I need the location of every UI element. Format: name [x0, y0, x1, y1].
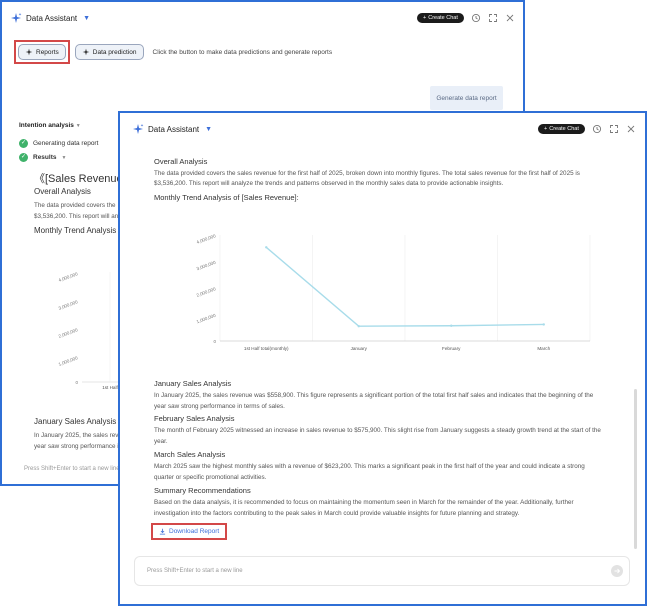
close-icon[interactable]	[626, 124, 636, 134]
data-prediction-button[interactable]: Data prediction	[74, 44, 144, 60]
download-report-button[interactable]: Download Report	[151, 523, 228, 540]
front-title: Data Assistant	[148, 124, 200, 134]
back-y-tick: 4,000,000	[58, 271, 79, 283]
chat-input-placeholder: Press Shift+Enter to start a new line	[147, 568, 243, 574]
intention-analysis-toggle[interactable]: Intention analysis ▼	[19, 122, 81, 129]
monthly-trend-chart: 4,000,000 3,000,000 2,000,000 1,000,000 0 1st…	[196, 233, 591, 351]
back-overall-line1: The data provided covers the	[34, 202, 116, 209]
chart-x-tick: March	[537, 346, 550, 351]
back-overall-line2: $3,536,200. This report will an	[34, 213, 119, 220]
back-titlebar: Data Assistant ▼ + Create Chat	[2, 2, 523, 34]
back-y-tick: 0	[75, 380, 78, 385]
chart-point	[265, 246, 268, 249]
chart-y-tick: 0	[213, 339, 216, 344]
check-circle-icon: ✓	[19, 139, 28, 148]
scrollbar[interactable]	[634, 389, 637, 549]
mar-heading: March Sales Analysis	[154, 450, 226, 459]
close-icon[interactable]	[505, 13, 515, 23]
back-chart: 4,000,000 3,000,000 2,000,000 1,000,000 …	[58, 271, 122, 390]
chart-y-tick: 3,000,000	[196, 260, 217, 272]
data-prediction-label: Data prediction	[92, 48, 137, 56]
expand-icon[interactable]	[609, 124, 619, 134]
sparkle-icon	[82, 48, 90, 56]
front-titlebar: Data Assistant ▼ + Create Chat	[120, 113, 645, 145]
jan-line1: In January 2025, the sales revenue was $…	[154, 392, 594, 399]
reports-highlight: Reports	[14, 40, 70, 64]
back-trend-heading: Monthly Trend Analysis of	[34, 226, 126, 235]
back-title: Data Assistant	[26, 13, 78, 23]
intention-analysis-label: Intention analysis	[19, 122, 74, 129]
back-x-tick: 1st Half	[102, 385, 118, 390]
feb-heading: February Sales Analysis	[154, 414, 235, 423]
back-create-chat-label: Create Chat	[428, 15, 458, 21]
summary-line2: investigation into the factors contribut…	[154, 510, 520, 517]
plus-icon: +	[544, 126, 548, 132]
front-assistant-window: Data Assistant ▼ + Create Chat Overall A…	[118, 111, 647, 606]
mar-line2: quarter or specific promotional activiti…	[154, 474, 267, 481]
back-overall-heading: Overall Analysis	[34, 187, 91, 196]
chevron-down-icon[interactable]: ▼	[205, 126, 212, 133]
chart-y-tick: 2,000,000	[196, 286, 217, 298]
reports-button-label: Reports	[36, 48, 59, 56]
back-jan-line1: In January 2025, the sales reve	[34, 432, 122, 439]
feb-line2: year.	[154, 438, 168, 445]
back-create-chat-button[interactable]: + Create Chat	[417, 13, 464, 23]
sparkle-icon	[133, 124, 144, 134]
generate-data-report-button[interactable]: Generate data report	[430, 86, 503, 110]
mar-line1: March 2025 saw the highest monthly sales…	[154, 463, 585, 470]
back-title-group[interactable]: Data Assistant ▼	[10, 12, 90, 24]
back-chat-input[interactable]: Press Shift+Enter to start a new line	[24, 466, 120, 472]
chart-point	[357, 324, 360, 328]
action-hint: Click the button to make data prediction…	[152, 48, 333, 56]
back-y-tick: 2,000,000	[58, 327, 79, 339]
back-jan-heading: January Sales Analysis	[34, 417, 117, 426]
sparkle-icon	[11, 13, 22, 23]
chart-point	[542, 323, 545, 326]
chart-y-tick: 4,000,000	[196, 233, 217, 245]
chart-x-tick: February	[442, 346, 461, 351]
step-results[interactable]: ✓ Results ▼	[19, 153, 66, 162]
chart-y-tick: 1,000,000	[196, 313, 217, 325]
step-generating: ✓ Generating data report	[19, 139, 98, 148]
summary-heading: Summary Recommendations	[154, 486, 251, 495]
overall-line1: The data provided covers the sales reven…	[154, 170, 580, 177]
chevron-down-icon: ▼	[75, 123, 81, 129]
back-jan-line2: year saw strong performance i	[34, 443, 119, 450]
jan-heading: January Sales Analysis	[154, 379, 232, 388]
back-toolbar: + Create Chat	[417, 2, 515, 34]
chart-x-tick: 1st Half total(monthly)	[244, 346, 289, 351]
trend-heading: Monthly Trend Analysis of [Sales Revenue…	[154, 193, 299, 202]
chat-input[interactable]: Press Shift+Enter to start a new line	[134, 556, 630, 586]
chart-point	[450, 324, 453, 327]
step-results-label: Results	[33, 154, 57, 161]
chevron-down-icon: ▼	[61, 154, 67, 161]
front-create-chat-button[interactable]: + Create Chat	[538, 124, 585, 134]
front-toolbar: + Create Chat	[538, 113, 636, 145]
jan-line2: year saw strong performance in terms of …	[154, 403, 285, 410]
history-icon[interactable]	[471, 13, 481, 23]
send-arrow-icon	[614, 568, 621, 574]
plus-icon: +	[423, 15, 427, 21]
history-icon[interactable]	[592, 124, 602, 134]
download-report-label: Download Report	[169, 528, 220, 535]
chevron-down-icon[interactable]: ▼	[83, 15, 90, 22]
feb-line1: The month of February 2025 witnessed an …	[154, 427, 601, 434]
sparkle-icon	[25, 48, 33, 56]
chart-x-tick: January	[351, 346, 368, 351]
overall-line2: $3,536,200. This report will analyze the…	[154, 180, 504, 187]
back-y-tick: 1,000,000	[58, 355, 79, 367]
expand-icon[interactable]	[488, 13, 498, 23]
front-create-chat-label: Create Chat	[549, 126, 579, 132]
back-y-tick: 3,000,000	[58, 299, 79, 311]
send-icon[interactable]	[611, 565, 623, 577]
download-icon	[159, 528, 166, 535]
reports-button[interactable]: Reports	[18, 44, 66, 60]
step-generating-label: Generating data report	[33, 140, 99, 147]
summary-line1: Based on the data analysis, it is recomm…	[154, 499, 574, 506]
check-circle-icon: ✓	[19, 153, 28, 162]
overall-heading: Overall Analysis	[154, 157, 208, 166]
front-title-group[interactable]: Data Assistant ▼	[132, 123, 212, 135]
back-action-row: Reports Data prediction Click the button…	[14, 40, 332, 64]
